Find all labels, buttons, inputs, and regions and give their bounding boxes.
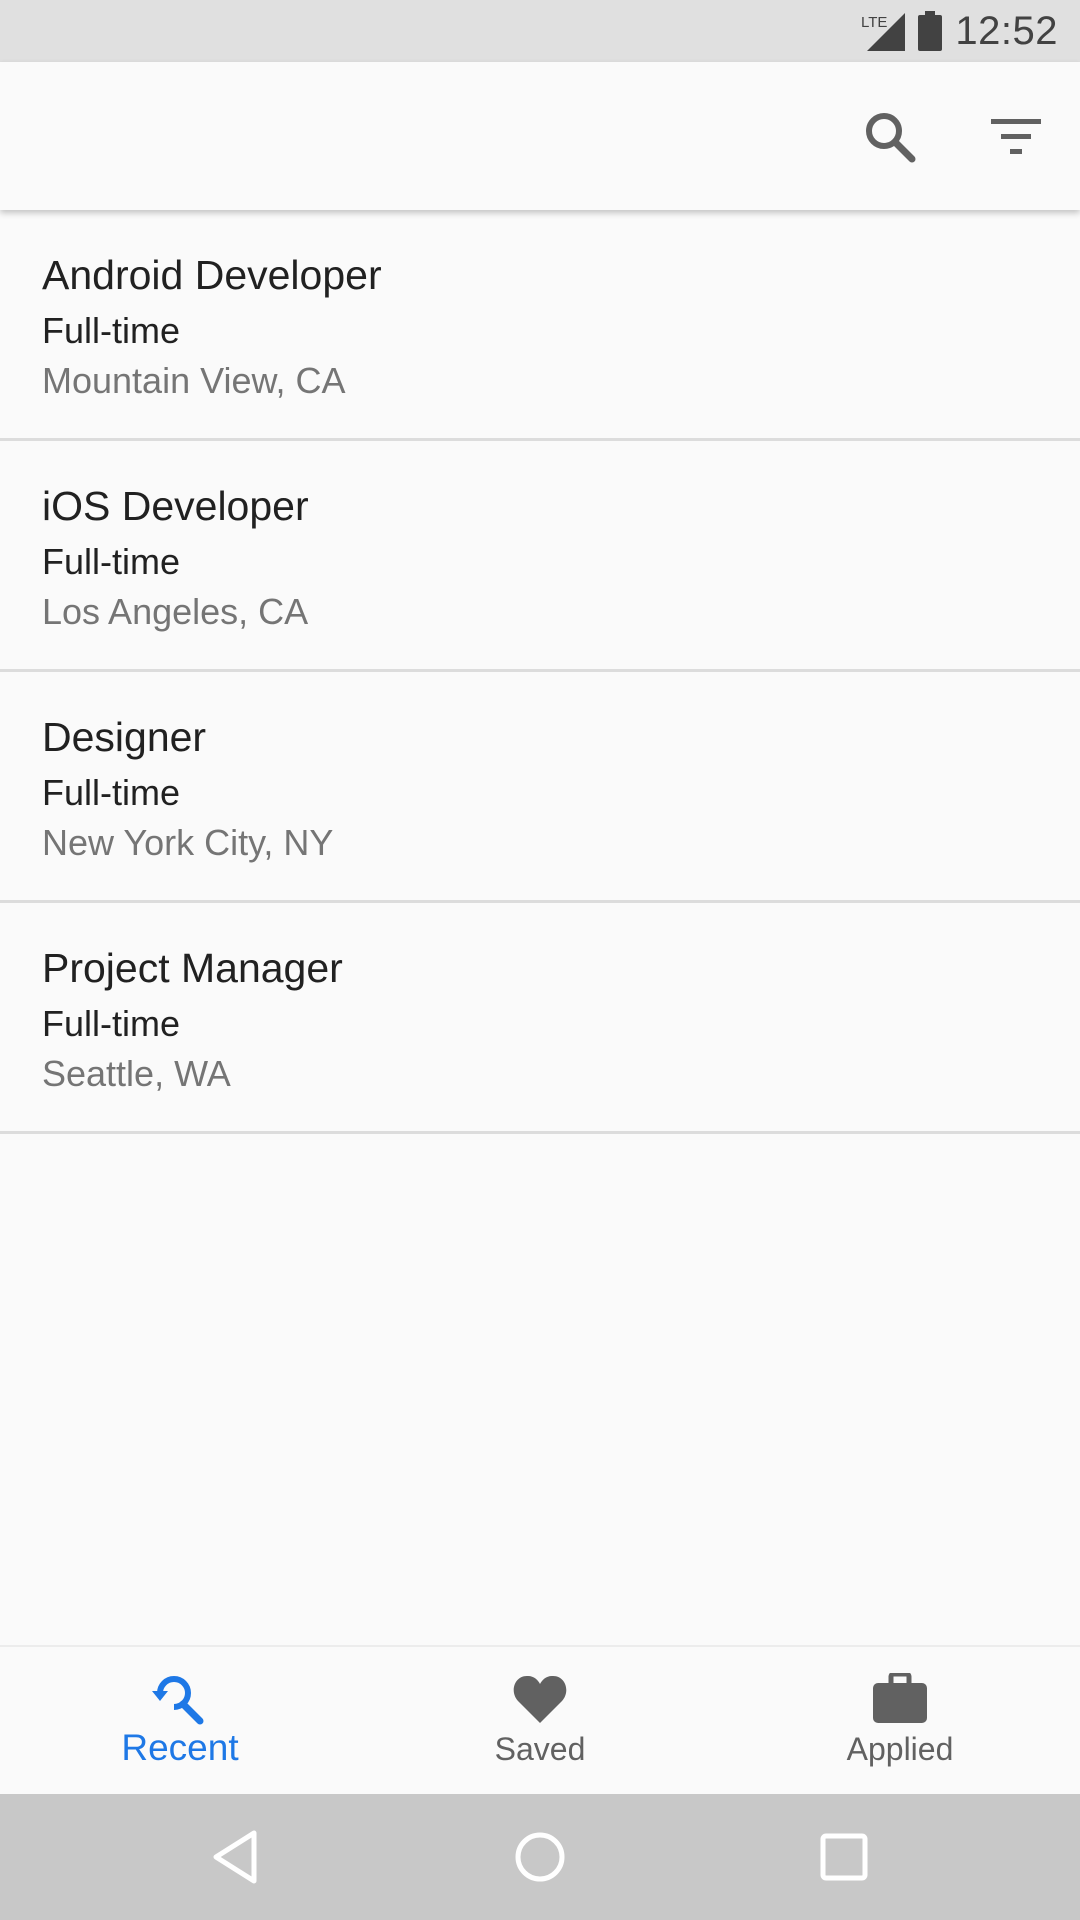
search-refresh-icon — [152, 1676, 204, 1725]
job-type: Full-time — [42, 1003, 181, 1044]
nav-label-saved: Saved — [494, 1731, 586, 1767]
home-circle-icon — [515, 1832, 565, 1882]
job-title: Project Manager — [42, 945, 343, 991]
back-triangle-icon — [213, 1830, 257, 1884]
job-type: Full-time — [42, 541, 181, 582]
battery-icon — [917, 11, 943, 51]
briefcase-icon — [873, 1673, 927, 1723]
bottom-navigation: Recent Saved Applied — [0, 1645, 1080, 1794]
back-button[interactable] — [206, 1827, 266, 1887]
nav-label-recent: Recent — [121, 1727, 239, 1768]
filter-icon — [991, 119, 1041, 154]
search-button[interactable] — [852, 99, 928, 175]
nav-label-applied: Applied — [846, 1731, 954, 1767]
job-list: Android Developer Full-time Mountain Vie… — [0, 210, 1080, 1134]
system-navigation-bar — [0, 1794, 1080, 1920]
job-list-item[interactable]: Project Manager Full-time Seattle, WA — [0, 903, 1080, 1134]
job-title: iOS Developer — [42, 483, 309, 529]
screen: LTE 12:52 Android Developer Full-time Mo… — [0, 0, 1080, 1920]
lte-label: LTE — [861, 14, 887, 31]
job-list-item[interactable]: Designer Full-time New York City, NY — [0, 672, 1080, 903]
recents-button[interactable] — [814, 1827, 874, 1887]
status-bar: LTE 12:52 — [0, 0, 1080, 62]
job-location: Mountain View, CA — [42, 360, 346, 401]
clock: 12:52 — [955, 8, 1058, 53]
heart-icon — [513, 1675, 567, 1723]
job-type: Full-time — [42, 310, 181, 351]
nav-item-applied[interactable]: Applied — [720, 1647, 1080, 1794]
job-location: Seattle, WA — [42, 1053, 231, 1094]
job-list-item[interactable]: iOS Developer Full-time Los Angeles, CA — [0, 441, 1080, 672]
job-title: Android Developer — [42, 252, 382, 298]
app-toolbar — [0, 62, 1080, 210]
job-title: Designer — [42, 714, 207, 760]
recents-square-icon — [820, 1833, 868, 1881]
nav-item-saved[interactable]: Saved — [360, 1647, 720, 1794]
job-location: New York City, NY — [42, 822, 334, 863]
search-icon — [866, 113, 916, 163]
filter-button[interactable] — [978, 99, 1054, 175]
lte-signal-icon: LTE — [861, 11, 906, 51]
job-location: Los Angeles, CA — [42, 591, 309, 632]
job-type: Full-time — [42, 772, 181, 813]
home-button[interactable] — [510, 1827, 570, 1887]
job-list-item[interactable]: Android Developer Full-time Mountain Vie… — [0, 210, 1080, 441]
nav-item-recent[interactable]: Recent — [0, 1647, 360, 1794]
